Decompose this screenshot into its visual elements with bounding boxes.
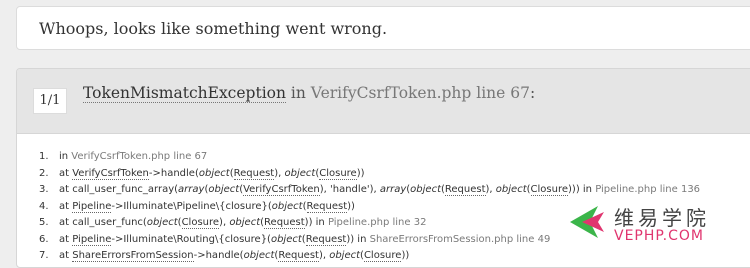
trace-frame-number: 4. — [39, 200, 49, 212]
trace-class-name[interactable]: Closure — [319, 167, 357, 180]
trace-text: )) — [356, 167, 365, 179]
trace-text: at — [59, 250, 73, 261]
trace-text: ->handle( — [193, 250, 244, 261]
trace-text: ( — [177, 217, 182, 228]
trace-class-name[interactable]: VerifyCsrfToken — [243, 184, 320, 196]
trace-class-name[interactable]: Request — [305, 233, 347, 246]
trace-frame-number: 6. — [39, 233, 49, 245]
trace-type-keyword: array — [178, 184, 205, 195]
exception-header: 1/1 TokenMismatchException in VerifyCsrf… — [17, 69, 750, 134]
trace-text: ), — [219, 217, 230, 228]
trace-text: ), — [274, 167, 285, 179]
trace-file-location: Pipeline.php line 32 — [327, 217, 427, 228]
trace-frame-number: 3. — [39, 184, 49, 195]
trace-file-location: VerifyCsrfToken.php line 67 — [71, 151, 208, 162]
trace-text: ), — [318, 250, 330, 261]
error-summary-box: Whoops, looks like something went wrong. — [16, 6, 750, 50]
trace-class-name[interactable]: Closure — [530, 184, 569, 196]
trace-class-name[interactable]: Request — [233, 167, 275, 180]
trace-text: at — [59, 233, 73, 245]
trace-type-keyword: object — [410, 184, 441, 195]
trace-type-keyword: array — [379, 184, 407, 195]
trace-text: at call_user_func( — [59, 217, 147, 228]
watermark-chinese-text: 维易学院 — [614, 206, 710, 230]
trace-frame-number: 1. — [39, 151, 49, 162]
trace-class-name[interactable]: Request — [444, 184, 486, 196]
trace-class-name[interactable]: Closure — [363, 250, 402, 262]
trace-frame: 2. at VerifyCsrfToken->handle(object(Requ… — [39, 166, 700, 183]
trace-text: ( — [302, 200, 307, 212]
trace-class-name[interactable]: VerifyCsrfToken — [72, 167, 149, 180]
trace-text: at call_user_func_array( — [59, 184, 179, 195]
exception-counter: 1/1 — [33, 88, 67, 114]
trace-type-keyword: object — [270, 233, 302, 245]
trace-text: ), 'handle'), — [319, 184, 380, 195]
watermark-logo-icon — [570, 206, 604, 238]
trace-text: )) — [401, 250, 410, 261]
trace-text: at — [59, 200, 73, 212]
trace-type-keyword: object — [271, 200, 303, 212]
trace-file-location: Pipeline.php line 136 — [595, 184, 701, 195]
trace-type-keyword: object — [243, 250, 275, 261]
exception-class[interactable]: TokenMismatchException — [83, 84, 286, 103]
trace-class-name[interactable]: Closure — [181, 217, 220, 229]
watermark: 维易学院 VEPHP.COM — [568, 200, 748, 250]
trace-type-keyword: object — [208, 184, 240, 195]
error-message: Whoops, looks like something went wrong. — [39, 19, 388, 38]
trace-frame: 3. at call_user_func_array(array(object(V… — [39, 182, 700, 199]
trace-frame-number: 5. — [39, 217, 49, 228]
trace-text: at — [59, 167, 73, 179]
trace-text: )) — [347, 200, 355, 212]
trace-class-name[interactable]: Request — [264, 217, 305, 229]
trace-text: )) in — [346, 233, 370, 245]
exception-title: TokenMismatchException in VerifyCsrfToke… — [83, 84, 536, 103]
trace-frame-number: 2. — [39, 167, 49, 179]
exception-file: VerifyCsrfToken.php line 67 — [310, 84, 530, 102]
trace-type-keyword: object — [229, 217, 261, 228]
trace-text: ))) in — [568, 184, 596, 195]
trace-class-name[interactable]: Request — [306, 200, 348, 213]
trace-text: ), — [485, 184, 496, 195]
trace-text: ->Illuminate\Routing\{closure}( — [111, 233, 271, 245]
trace-type-keyword: object — [284, 167, 316, 179]
exception-in-word: in — [290, 84, 306, 102]
watermark-english-text: VEPHP.COM — [614, 228, 704, 244]
trace-frame: 1. in VerifyCsrfToken.php line 67 — [39, 149, 700, 166]
trace-type-keyword: object — [495, 184, 527, 195]
trace-class-name[interactable]: Pipeline — [72, 233, 112, 246]
trace-frame-number: 7. — [39, 250, 49, 261]
trace-file-location: ShareErrorsFromSession.php line 49 — [369, 233, 551, 245]
trace-type-keyword: object — [329, 250, 361, 261]
exception-colon: : — [529, 84, 536, 102]
trace-type-keyword: object — [198, 167, 230, 179]
trace-type-keyword: object — [146, 217, 178, 228]
trace-text: ->handle( — [148, 167, 199, 179]
trace-text: ->Illuminate\Pipeline\{closure}( — [111, 200, 272, 212]
trace-text: in — [59, 151, 72, 162]
trace-text: ( — [526, 184, 531, 195]
trace-text: )) in — [304, 217, 328, 228]
trace-frame: 7. at ShareErrorsFromSession->handle(obje… — [39, 248, 700, 265]
trace-class-name[interactable]: Pipeline — [72, 200, 112, 213]
trace-class-name[interactable]: ShareErrorsFromSession — [72, 250, 194, 262]
trace-class-name[interactable]: Request — [278, 250, 319, 262]
